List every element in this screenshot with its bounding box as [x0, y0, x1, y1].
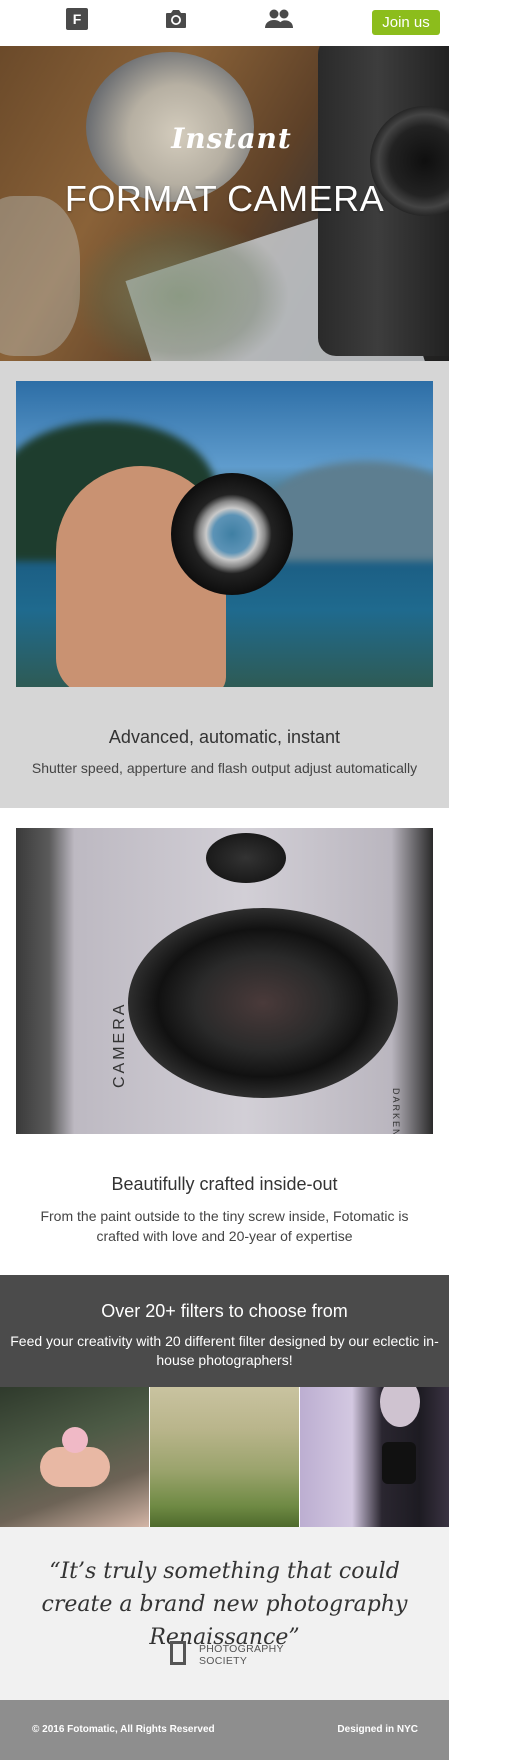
hero-banner: Instant FORMAT CAMERA	[0, 46, 449, 361]
photo-flower	[62, 1427, 88, 1453]
hero-glass-decoration	[0, 196, 80, 356]
photo-camera-knob	[206, 833, 286, 883]
camera-icon[interactable]	[164, 8, 188, 35]
photo-lens	[171, 473, 293, 595]
hero-tagline: Instant	[171, 122, 292, 155]
feature-crafted: CAMERA DARKEN Beautifully crafted inside…	[0, 808, 449, 1275]
photo-camera-lens	[128, 908, 398, 1098]
hero-title: FORMAT CAMERA	[64, 178, 385, 219]
footer: © 2016 Fotomatic, All Rights Reserved De…	[0, 1700, 449, 1760]
feature-title: Advanced, automatic, instant	[108, 727, 341, 747]
filter-gallery	[0, 1387, 449, 1527]
filter-photo-blossom[interactable]	[150, 1387, 299, 1527]
camera-closeup-photo: CAMERA DARKEN	[16, 828, 433, 1134]
top-nav: F Join us	[0, 0, 449, 46]
photo-camera	[382, 1442, 416, 1484]
feature-description: From the paint outside to the tiny screw…	[40, 1208, 409, 1244]
filters-description: Feed your creativity with 20 different f…	[10, 1333, 439, 1368]
source-line-1: PHOTOGRAPHY	[199, 1643, 284, 1655]
testimonial-quote: “It’s truly something that could create …	[41, 1559, 408, 1650]
filter-photo-flower[interactable]	[0, 1387, 149, 1527]
footer-designed-in: Designed in NYC	[337, 1724, 418, 1735]
footer-copyright: © 2016 Fotomatic, All Rights Reserved	[32, 1724, 215, 1735]
join-us-button[interactable]: Join us	[372, 10, 440, 35]
source-line-2: SOCIETY	[199, 1655, 248, 1667]
photography-society-logo-icon	[170, 1641, 186, 1665]
photo-camera-small-label: DARKEN	[391, 1088, 401, 1134]
feature-advanced: Advanced, automatic, instant Shutter spe…	[0, 361, 449, 808]
photo-person	[380, 1387, 420, 1427]
lens-in-hand-photo	[16, 381, 433, 687]
testimonial: “It’s truly something that could create …	[0, 1527, 449, 1700]
page: F Join us Instant FORMAT CAMERA Advanced…	[0, 0, 449, 1760]
feature-title: Beautifully crafted inside-out	[111, 1174, 338, 1194]
brand-logo[interactable]: F	[66, 8, 88, 30]
feature-description: Shutter speed, apperture and flash outpu…	[31, 760, 418, 776]
filter-photo-camera-person[interactable]	[300, 1387, 449, 1527]
people-icon[interactable]	[264, 9, 294, 34]
filters-banner: Over 20+ filters to choose from Feed you…	[0, 1275, 449, 1387]
photo-hands	[40, 1447, 110, 1487]
photo-camera-label: CAMERA	[111, 1001, 128, 1088]
filters-title: Over 20+ filters to choose from	[101, 1301, 348, 1321]
testimonial-source: PHOTOGRAPHY SOCIETY	[199, 1643, 284, 1667]
